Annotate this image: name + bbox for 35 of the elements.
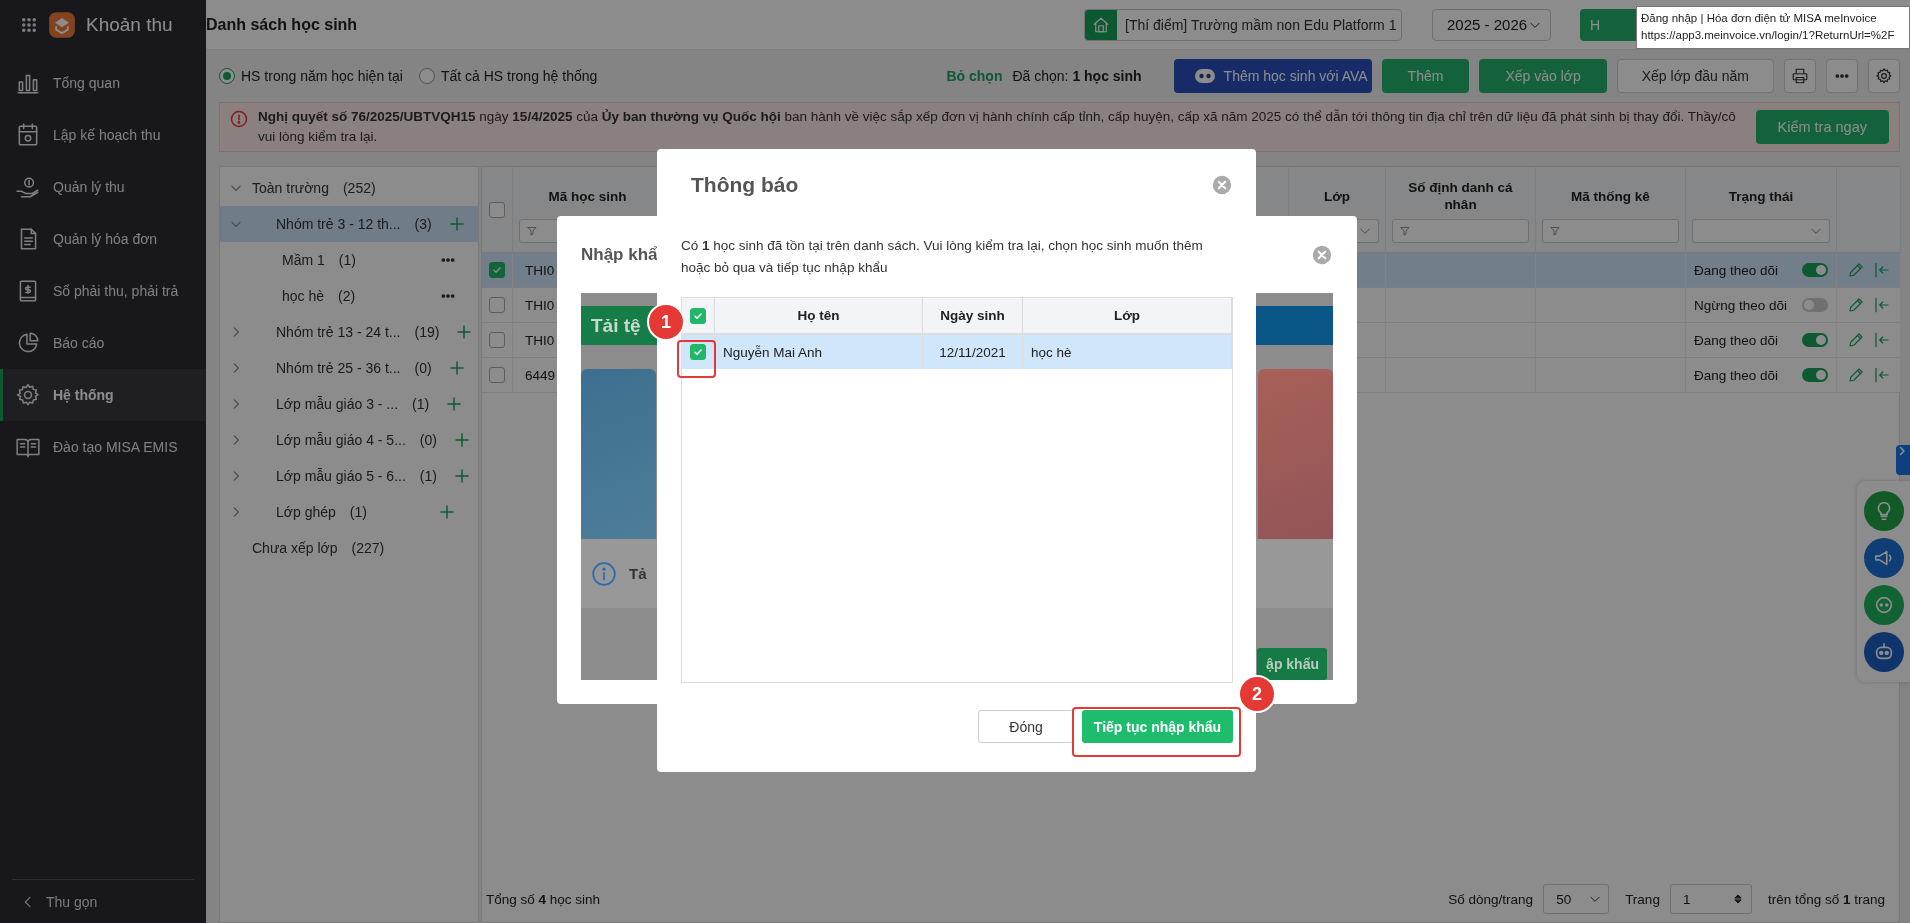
- status-text: Ngừng theo dõi: [1694, 297, 1788, 313]
- page-label: Trang: [1625, 891, 1660, 907]
- page-total: trên tổng số 1 trang: [1767, 891, 1885, 907]
- column-header: Mã thống kê: [1571, 187, 1650, 206]
- column-header: Mã học sinh: [548, 187, 627, 206]
- notice-text: Nghị quyết số 76/2025/UBTVQH15 ngày 15/4/2025 của Ủy ban thường vụ Quốc hội ban hành về việc sắp xếp đơn vị hành chính cấp tỉnh, cấp huyện, cấp xã năm 2025 có thể dẫn tới thông tin địa chỉ trên dữ liệu đã phát sinh bị thay đổi. Thầy/cô vui lòng kiểm tra lại.: [258, 108, 1737, 146]
- table-cell: Nguyễn Mai Anh: [715, 335, 923, 369]
- column-header: Số định danh cá nhân: [1407, 179, 1514, 214]
- status-text: Đang theo dõi: [1694, 367, 1779, 383]
- total-count: Tổng số 4 học sinh: [486, 891, 601, 907]
- column-header: Họ tên: [715, 298, 923, 335]
- info-text: Tả: [629, 565, 647, 582]
- dialog-message: Có 1 học sinh đã tồn tại trên danh sách. Vui lòng kiểm tra lại, chọn học sinh muốn thêm hoặc bỏ qua và tiếp tục nhập khẩu: [681, 237, 1204, 277]
- student-code: THI0: [525, 297, 555, 313]
- dialog-title: Nhập khẩ: [581, 244, 658, 265]
- selected-count: Đã chọn: 1 học sinh: [1012, 68, 1142, 84]
- student-code: THI0: [525, 262, 555, 278]
- column-header: Lớp: [1323, 187, 1351, 206]
- app-title: Khoản thu: [86, 14, 173, 36]
- dialog-title: Thông báo: [691, 173, 799, 197]
- year-value: 2025 - 2026: [1447, 16, 1528, 33]
- status-text: Đang theo dõi: [1694, 332, 1779, 348]
- school-name: [Thí điểm] Trường mầm non Edu Platform 1: [1124, 16, 1397, 33]
- rows-per-page-label: Số dòng/trang: [1448, 891, 1534, 907]
- tooltip-url: https://app3.meinvoice.vn/login/1?ReturnUrl=%2F: [1641, 28, 1896, 43]
- column-header: Ngày sinh: [923, 298, 1023, 335]
- tooltip-title: Đăng nhập | Hóa đơn điện tử MISA meInvoice: [1641, 11, 1878, 26]
- table-cell: học hè: [1023, 335, 1232, 369]
- student-code: 6449: [525, 367, 556, 383]
- column-header: Trạng thái: [1728, 187, 1794, 206]
- status-text: Đang theo dõi: [1694, 262, 1779, 278]
- page-title: Danh sách học sinh: [206, 15, 358, 34]
- column-header: Lớp: [1023, 298, 1232, 335]
- student-code: THI0: [525, 332, 555, 348]
- table-cell: 12/11/2021: [923, 335, 1023, 369]
